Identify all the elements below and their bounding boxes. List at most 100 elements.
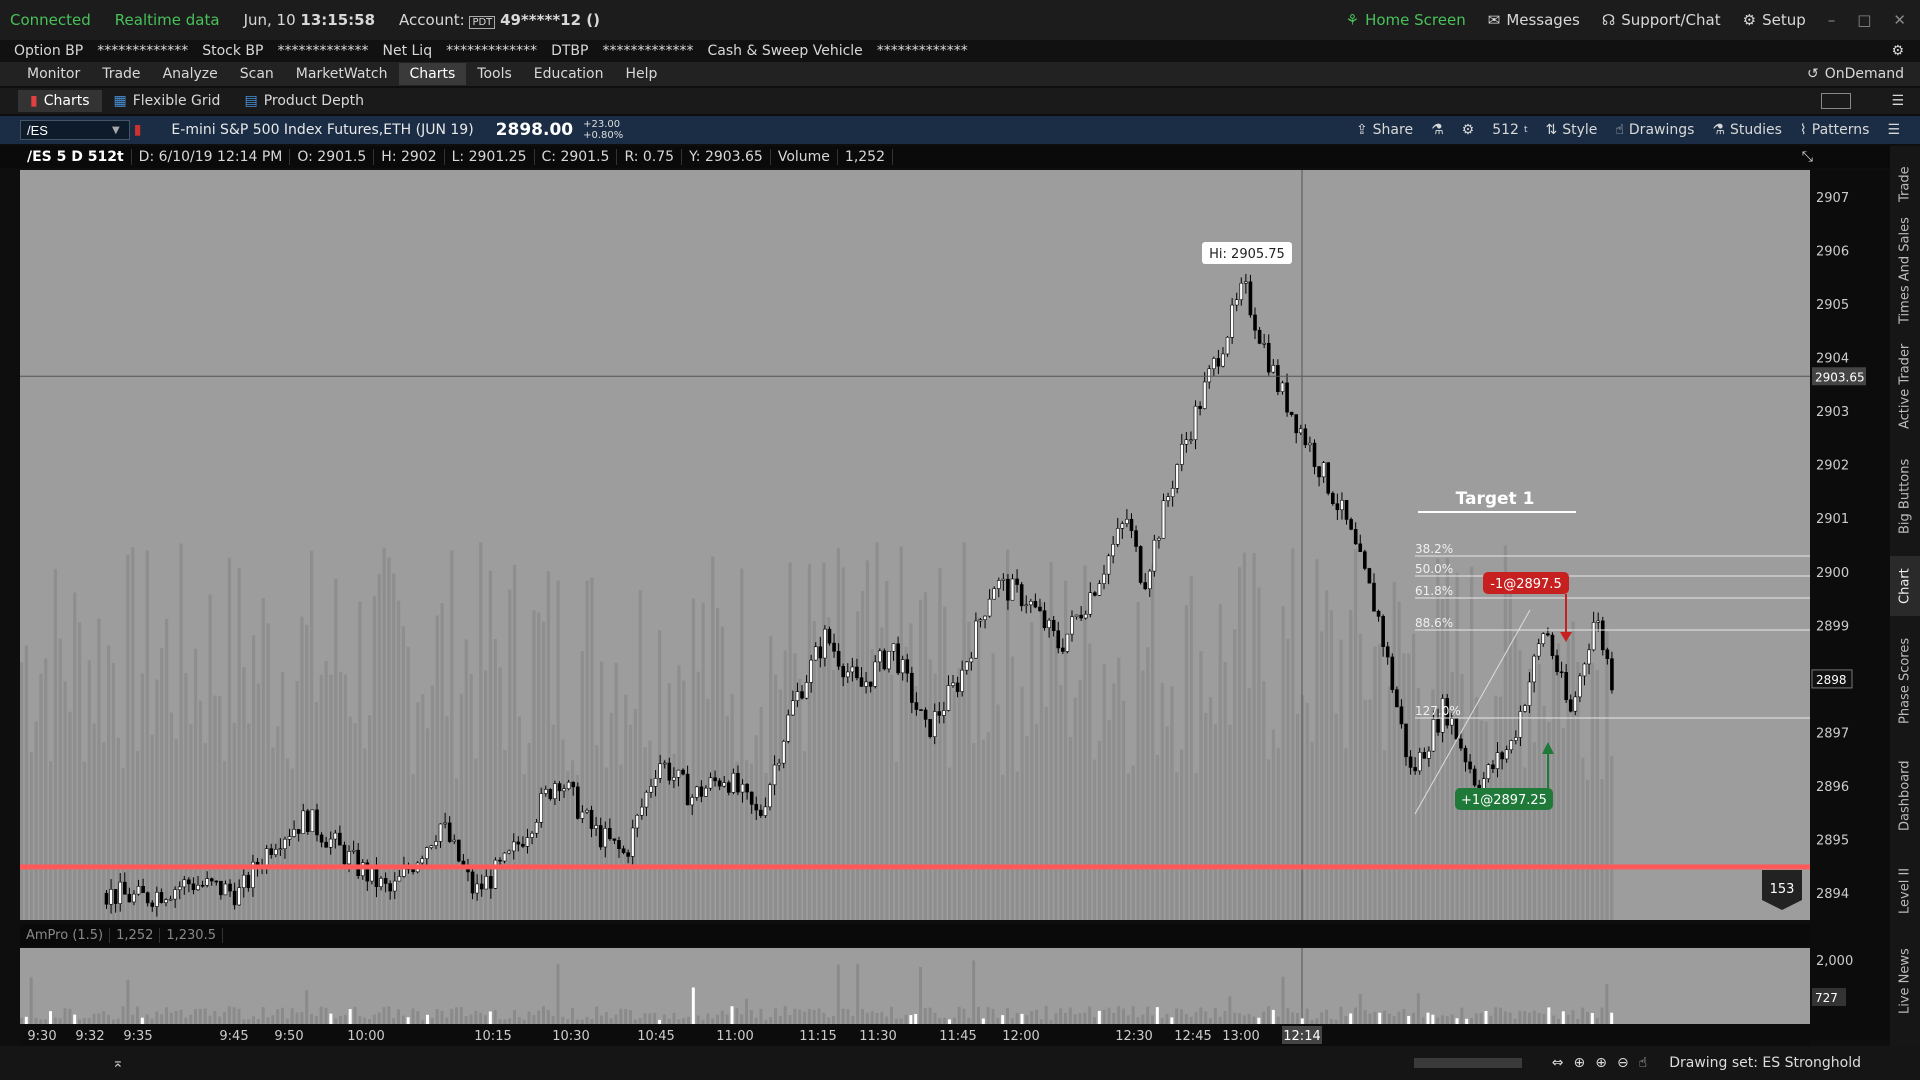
tab-analyze[interactable]: Analyze [152, 63, 229, 85]
volume-bar [1175, 1008, 1179, 1024]
volume-overlay-bar [131, 547, 135, 920]
volume-overlay-bar [1595, 669, 1599, 920]
volume-bar [904, 1014, 908, 1024]
symbol-dropdown-icon[interactable]: ▼ [112, 125, 120, 136]
volume-overlay-bar [899, 546, 903, 920]
study-name[interactable]: AmPro (1.5) [20, 927, 111, 943]
volume-bar [1247, 1013, 1251, 1024]
share-button[interactable]: ⇪ Share [1356, 122, 1413, 138]
side-tab-phase-scores[interactable]: Phase Scores [1890, 626, 1920, 736]
tab-charts[interactable]: Charts [398, 63, 467, 85]
drawings-button[interactable]: ☝ Drawings [1615, 122, 1694, 138]
volume-overlay-bar [537, 612, 541, 920]
side-tab-times-sales[interactable]: Times And Sales [1890, 216, 1920, 326]
candle-body [704, 787, 708, 797]
side-tab-dashboard[interactable]: Dashboard [1890, 746, 1920, 846]
zoom-out-icon[interactable]: ⊖ [1617, 1055, 1629, 1071]
price-chart[interactable]: 38.2% 50.0% 61.8% 88.6% 127.0% Hi: 2905.75 T… [20, 170, 1810, 920]
patterns-button[interactable]: ⌇ Patterns [1800, 122, 1870, 138]
date-label[interactable]: Jun, 10 13:15:58 [244, 11, 375, 29]
chart-menu-icon[interactable]: ☰ [1887, 122, 1900, 138]
collapse-icon[interactable]: ⤡ [1795, 149, 1820, 165]
volume-bar [203, 1008, 207, 1024]
volume-bar [1068, 1007, 1072, 1024]
volume-label: Volume [771, 149, 838, 165]
tick-aggregation[interactable]: 512 t [1492, 122, 1527, 138]
volume-overlay-bar [691, 598, 696, 920]
volume-overlay-bar [1097, 740, 1102, 920]
volume-bar [1155, 1007, 1159, 1024]
side-tab-big-buttons[interactable]: Big Buttons [1890, 446, 1920, 546]
time-axis[interactable]: 9:30 9:32 9:35 9:45 9:50 10:00 10:15 10:30 10:45… [20, 1024, 1810, 1046]
side-tab-active-trader[interactable]: Active Trader [1890, 336, 1920, 436]
ondemand-button[interactable]: ↺ OnDemand [1807, 66, 1904, 82]
candle-body [868, 681, 873, 687]
flask-icon[interactable]: ⚗ [1431, 122, 1444, 138]
tab-trade[interactable]: Trade [91, 63, 151, 85]
subtab-flexible-grid[interactable]: ▦ Flexible Grid [102, 90, 233, 112]
maximize-icon[interactable]: □ [1857, 11, 1871, 29]
account-selector[interactable]: Account: PDT 49*****12 () [399, 11, 600, 29]
setup-button[interactable]: ⚙ Setup [1743, 11, 1806, 29]
option-bp-label[interactable]: Option BP [14, 43, 83, 59]
volume-overlay-bar [194, 648, 198, 920]
data-mode[interactable]: Realtime data [115, 11, 220, 29]
volume-chart[interactable] [20, 948, 1810, 1024]
volume-overlay-bar [1107, 719, 1111, 920]
hand-icon[interactable]: ☝ [1639, 1055, 1648, 1071]
price-tick-label: 2897 [1816, 727, 1849, 742]
tab-scan[interactable]: Scan [229, 63, 285, 85]
home-screen-button[interactable]: ⚘ Home Screen [1346, 11, 1466, 29]
scrollbar[interactable] [1413, 1058, 1522, 1068]
side-tab-chart[interactable]: Chart [1890, 556, 1920, 616]
volume-overlay-bar [856, 611, 860, 920]
candle-body [1097, 583, 1102, 596]
candle-body [1074, 614, 1079, 618]
candle-body [1289, 411, 1294, 415]
messages-button[interactable]: ✉ Messages [1488, 11, 1580, 29]
settings-gear-icon[interactable]: ⚙ [1891, 43, 1904, 59]
subtab-charts[interactable]: ▮ Charts [18, 90, 102, 112]
support-chat-button[interactable]: ☊ Support/Chat [1602, 11, 1721, 29]
candle-body [1266, 342, 1271, 373]
net-liq-label[interactable]: Net Liq [382, 43, 432, 59]
drawing-set-label[interactable]: Drawing set: ES Stronghold [1669, 1055, 1891, 1071]
expand-panel-icon[interactable]: ⌅ [112, 1055, 124, 1071]
volume-bar [870, 1011, 874, 1024]
volume-bar [730, 1006, 734, 1024]
minimize-icon[interactable]: – [1828, 11, 1836, 29]
side-tab-live-news[interactable]: Live News [1890, 936, 1920, 1026]
side-tab-level-ii[interactable]: Level II [1890, 856, 1920, 926]
volume-bar [387, 1006, 391, 1024]
side-tab-trade[interactable]: Trade [1890, 154, 1920, 214]
target-label[interactable]: Target 1 [1418, 489, 1576, 513]
tab-tools[interactable]: Tools [466, 63, 523, 85]
candle-body [145, 892, 150, 904]
candle-body [534, 821, 539, 834]
style-button[interactable]: ⇅ Style [1545, 122, 1597, 138]
price-axis[interactable]: 2907 2906 2905 2904 2903 2902 2901 2900 2899 2898… [1810, 170, 1890, 1040]
menu-icon[interactable]: ☰ [1891, 93, 1904, 109]
zoom-in-icon[interactable]: ⊕ [1595, 1055, 1607, 1071]
support-line[interactable] [20, 864, 1810, 870]
candle-body [127, 893, 132, 903]
volume-overlay-bar [1209, 697, 1213, 920]
tab-help[interactable]: Help [614, 63, 668, 85]
volume-bar [865, 1012, 869, 1024]
volume-bar [343, 1014, 347, 1024]
tab-marketwatch[interactable]: MarketWatch [285, 63, 399, 85]
volume-bar [1320, 1012, 1324, 1024]
link-icon[interactable]: ▮ [134, 122, 142, 138]
sell-order-label[interactable]: -1@2897.5 [1483, 572, 1572, 642]
chart-settings-icon[interactable]: ⚙ [1462, 122, 1475, 138]
studies-button[interactable]: ⚗ Studies [1712, 122, 1782, 138]
current-price-label: 2898 [1816, 673, 1847, 687]
svg-text:153: 153 [1770, 882, 1795, 897]
tab-education[interactable]: Education [523, 63, 615, 85]
tab-monitor[interactable]: Monitor [16, 63, 91, 85]
layout-icon[interactable] [1821, 93, 1852, 109]
subtab-product-depth[interactable]: ▤ Product Depth [232, 90, 375, 112]
pan-icon[interactable]: ⇔ [1552, 1055, 1564, 1071]
close-icon[interactable]: ✕ [1893, 11, 1906, 29]
crosshair-icon[interactable]: ⊕ [1573, 1055, 1585, 1071]
